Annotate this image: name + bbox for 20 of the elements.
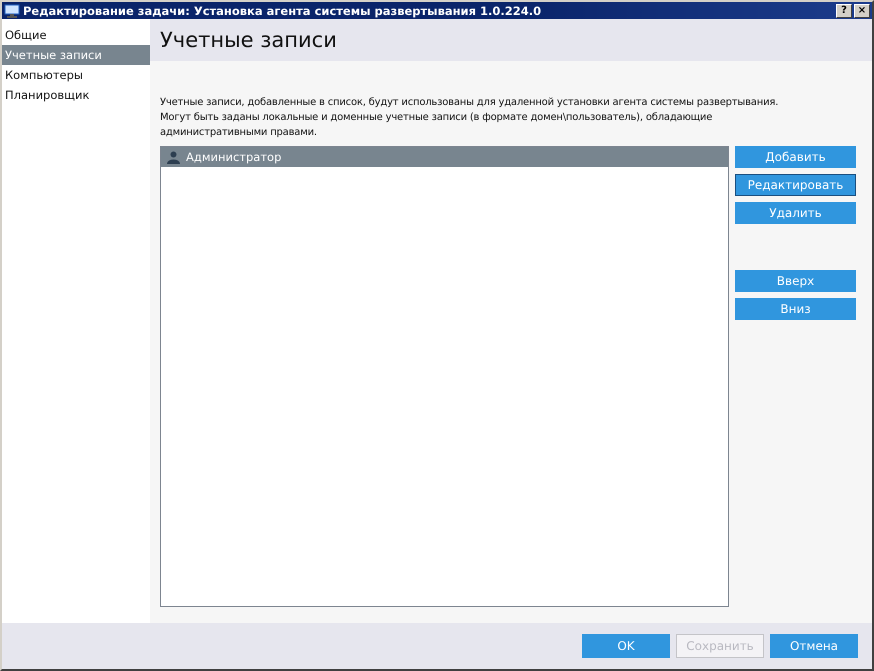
sidebar-item[interactable]: Общие [2, 25, 150, 45]
monitor-icon [4, 4, 20, 18]
sidebar-item[interactable]: Компьютеры [2, 65, 150, 85]
help-button[interactable]: ? [836, 4, 852, 18]
move-button[interactable]: Вниз [735, 298, 856, 320]
dialog-button[interactable]: OK [582, 634, 670, 658]
account-item[interactable]: Администратор [161, 147, 728, 167]
action-button[interactable]: Добавить [735, 146, 856, 168]
action-button[interactable]: Редактировать [735, 174, 856, 196]
window-title: Редактирование задачи: Установка агента системы развертывания 1.0.224.0 [23, 4, 542, 18]
user-icon [167, 150, 180, 164]
page-title: Учетные записи [160, 28, 337, 52]
description-text: Учетные записи, добавленные в список, будут использованы для удаленной установки агента системы развертывания. Могут быть заданы локальные и доменные учетные записи (в формате домен\пользователь), обладающие административными правами. [160, 96, 780, 140]
sidebar-item[interactable]: Планировщик [2, 85, 150, 105]
sidebar-item[interactable]: Учетные записи [2, 45, 150, 65]
move-button[interactable]: Вверх [735, 270, 856, 292]
close-button[interactable]: × [854, 4, 870, 18]
account-name: Администратор [186, 150, 282, 164]
action-button[interactable]: Удалить [735, 202, 856, 224]
dialog-button[interactable]: Отмена [770, 634, 858, 658]
